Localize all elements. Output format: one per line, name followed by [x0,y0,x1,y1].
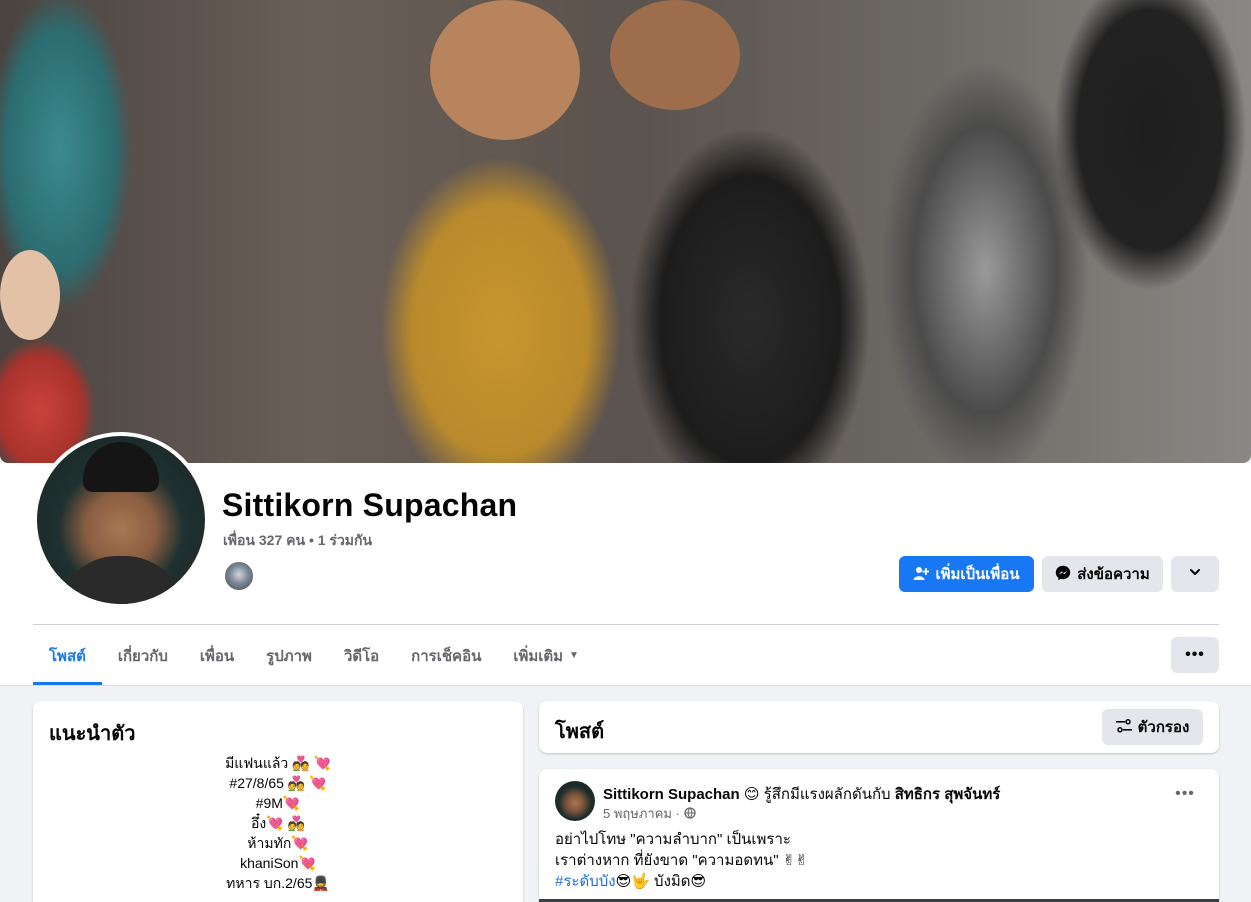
meta-separator: · [675,806,684,821]
profile-avatar[interactable] [37,436,205,604]
add-friend-label: เพิ่มเป็นเพื่อน [935,566,1020,583]
friends-count[interactable]: เพื่อน 327 คน • 1 ร่วมกัน [223,530,372,552]
profile-name: Sittikorn Supachan [222,487,518,523]
filter-label: ตัวกรอง [1137,719,1190,736]
tab-about[interactable]: เกี่ยวกับ [102,626,184,685]
bio-line: khaniSon💘 [240,855,316,871]
tab-more-label: เพิ่มเติม [513,647,564,665]
tab-videos[interactable]: วิดีโอ [328,626,395,685]
chevron-down-icon [1188,565,1202,583]
tab-videos-label: วิดีโอ [343,647,380,665]
post-text-line: เราต่างหาก ที่ยังขาด "ความอดทน" ✌✌ [555,852,808,869]
more-dots-icon: ••• [1185,646,1205,663]
more-dots-icon: ••• [1175,785,1195,802]
post-author-avatar[interactable] [555,781,595,821]
avatar-shirt-shape [57,556,185,604]
post-feeling: 😊 รู้สึกมีแรงผลักดันกับ [743,786,891,803]
cover-photo[interactable] [0,0,1251,463]
post-text-line: อย่าไปโทษ "ความลำบาก" เป็นเพราะ [555,831,791,848]
message-label: ส่งข้อความ [1077,566,1150,583]
bio-line: #9M💘 [255,795,301,811]
avatar-hair-shape [83,442,159,492]
message-button[interactable]: ส่งข้อความ [1042,556,1163,592]
messenger-icon [1055,565,1071,584]
post-date[interactable]: 5 พฤษภาคม [603,806,672,821]
globe-icon[interactable] [683,806,696,821]
posts-title: โพสต์ [555,721,605,743]
bio-line: ทหาร บก.2/65💂 [226,875,330,891]
bio-line: อึ๋ง💘 💑 [251,815,305,831]
header-bottom-border [0,685,1251,686]
post-card: Sittikorn Supachan 😊 รู้สึกมีแรงผลักดันก… [539,769,1219,902]
filter-icon [1115,718,1132,736]
person-plus-icon [913,565,930,584]
tab-posts[interactable]: โพสต์ [33,626,102,685]
posts-header-card: โพสต์ ตัวกรอง [539,701,1219,753]
tab-posts-label: โพสต์ [49,647,86,665]
bio-text: มีแฟนแล้ว 💑 💘 #27/8/65 💑 💘 #9M💘 อึ๋ง💘 💑 … [49,753,507,893]
mutual-friend-avatar[interactable] [223,560,255,592]
header-divider [33,624,1219,625]
post-options-button[interactable]: ••• [1169,785,1201,813]
caret-down-icon: ▼ [569,650,579,661]
tabs-more-button[interactable]: ••• [1171,637,1219,673]
tab-photos-label: รูปภาพ [266,647,312,665]
post-meta: 5 พฤษภาคม · [603,803,696,824]
tab-checkins[interactable]: การเช็คอิน [395,626,497,685]
post-text: อย่าไปโทษ "ความลำบาก" เป็นเพราะ เราต่างห… [555,829,808,892]
post-hashtag-tail: 😎🤟 บังมิด😎 [615,873,707,890]
tab-friends[interactable]: เพื่อน [184,626,250,685]
filter-button[interactable]: ตัวกรอง [1102,709,1203,745]
profile-options-button[interactable] [1171,556,1219,592]
post-tagged-user[interactable]: สิทธิกร สุพจันทร์ [895,786,1001,803]
bio-line: มีแฟนแล้ว 💑 💘 [225,755,331,771]
profile-tabs: โพสต์ เกี่ยวกับ เพื่อน รูปภาพ วิดีโอ การ… [33,626,595,685]
intro-title: แนะนำตัว [49,723,136,745]
add-friend-button[interactable]: เพิ่มเป็นเพื่อน [899,556,1034,592]
tab-friends-label: เพื่อน [199,647,235,665]
intro-card: แนะนำตัว มีแฟนแล้ว 💑 💘 #27/8/65 💑 💘 #9M💘… [33,701,523,902]
post-text-line: #ระดับบัง😎🤟 บังมิด😎 [555,871,808,892]
tab-checkins-label: การเช็คอิน [411,647,482,665]
post-author-name[interactable]: Sittikorn Supachan [603,786,740,803]
tab-photos[interactable]: รูปภาพ [250,626,328,685]
tab-more[interactable]: เพิ่มเติม ▼ [497,626,595,685]
post-hashtag[interactable]: #ระดับบัง [555,873,616,890]
bio-line: ห้ามทัก💘 [247,835,309,851]
bio-line: #27/8/65 💑 💘 [229,775,327,791]
tab-about-label: เกี่ยวกับ [117,647,168,665]
